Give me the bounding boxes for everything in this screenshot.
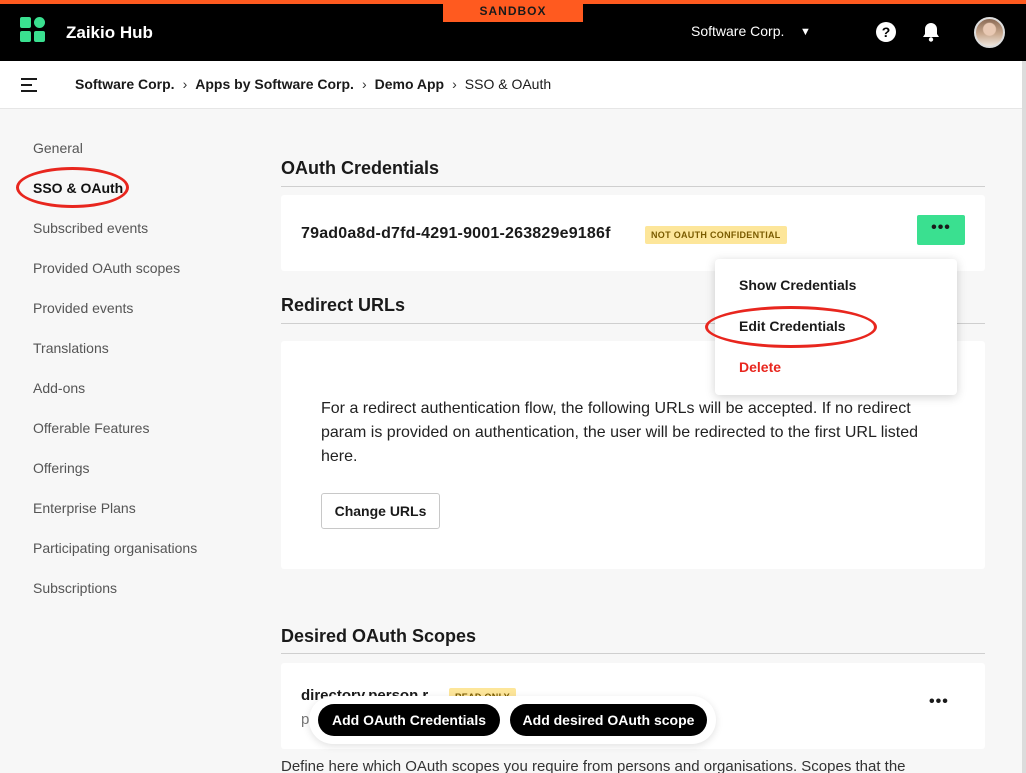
bell-icon[interactable] <box>920 21 942 43</box>
breadcrumb-current: SSO & OAuth <box>464 76 552 92</box>
annotation-circle <box>705 306 877 348</box>
section-divider <box>281 653 985 654</box>
logo-icon[interactable] <box>20 17 46 43</box>
sidebar-item-translations[interactable]: Translations <box>33 340 109 356</box>
menu-toggle-icon[interactable] <box>21 78 37 92</box>
add-oauth-credentials-button[interactable]: Add OAuth Credentials <box>318 704 500 736</box>
client-id: 79ad0a8d-d7fd-4291-9001-263829e9186f <box>301 225 611 242</box>
annotation-circle <box>16 167 129 208</box>
chevron-down-icon[interactable]: ▼ <box>800 26 811 38</box>
sidebar-item-offerable-features[interactable]: Offerable Features <box>33 420 149 436</box>
breadcrumb-separator: › <box>361 76 367 92</box>
section-title-desired-scopes: Desired OAuth Scopes <box>281 626 477 646</box>
sidebar-item-subscribed-events[interactable]: Subscribed events <box>33 220 148 236</box>
breadcrumb-separator: › <box>182 76 188 92</box>
redirect-description: For a redirect authentication flow, the … <box>321 400 919 465</box>
avatar[interactable] <box>974 17 1005 48</box>
scopes-description: Define here which OAuth scopes you requi… <box>281 758 906 773</box>
breadcrumb-item[interactable]: Demo App <box>375 76 444 92</box>
organization-selector[interactable]: Software Corp. <box>691 23 784 39</box>
section-title-redirect-urls: Redirect URLs <box>281 295 406 315</box>
status-badge: NOT OAUTH CONFIDENTIAL <box>645 226 787 244</box>
section-title-oauth-credentials: OAuth Credentials <box>281 158 440 178</box>
sidebar-item-general[interactable]: General <box>33 140 83 156</box>
breadcrumb-item[interactable]: Apps by Software Corp. <box>195 76 354 92</box>
menu-item-delete[interactable]: Delete <box>739 359 781 375</box>
breadcrumb-separator: › <box>452 76 457 92</box>
window-edge <box>1022 61 1026 773</box>
sidebar-item-add-ons[interactable]: Add-ons <box>33 380 85 396</box>
more-actions-button[interactable]: ••• <box>917 215 965 245</box>
sidebar-item-offerings[interactable]: Offerings <box>33 460 90 476</box>
help-icon[interactable]: ? <box>876 22 896 42</box>
sidebar-item-subscriptions[interactable]: Subscriptions <box>33 580 117 596</box>
sandbox-badge: SANDBOX <box>443 0 583 22</box>
floating-action-bar: Add OAuth Credentials Add desired OAuth … <box>309 696 716 744</box>
sidebar-item-provided-oauth-scopes[interactable]: Provided OAuth scopes <box>33 260 180 276</box>
sidebar-item-enterprise-plans[interactable]: Enterprise Plans <box>33 500 136 516</box>
change-urls-button[interactable]: Change URLs <box>321 493 440 529</box>
sidebar-item-provided-events[interactable]: Provided events <box>33 300 133 316</box>
menu-item-show-credentials[interactable]: Show Credentials <box>739 277 856 293</box>
breadcrumb: Software Corp. › Apps by Software Corp. › De… <box>75 76 551 92</box>
breadcrumb-item[interactable]: Software Corp. <box>75 76 175 92</box>
section-divider <box>281 186 985 187</box>
add-desired-oauth-scope-button[interactable]: Add desired OAuth scope <box>510 704 707 736</box>
scope-more-button[interactable]: ••• <box>929 693 949 711</box>
sidebar-item-participating-organisations[interactable]: Participating organisations <box>33 540 197 556</box>
app-title[interactable]: Zaikio Hub <box>66 23 153 43</box>
breadcrumb-bar: Software Corp. › Apps by Software Corp. › De… <box>0 61 1026 109</box>
